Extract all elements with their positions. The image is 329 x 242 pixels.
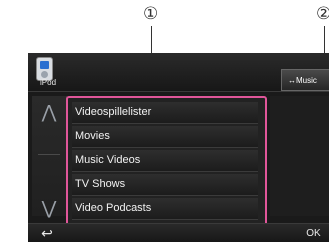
double-chevron-down-icon[interactable]: ⋁ [32, 156, 66, 218]
right-panel [270, 96, 329, 216]
top-bar: iPod ↔Music [28, 53, 329, 92]
list-item-video-podcasts[interactable]: Video Podcasts [72, 198, 258, 220]
double-chevron-up-icon[interactable]: ⋀ [32, 96, 66, 156]
callout-2: ② [316, 4, 329, 24]
device-screen: iPod ↔Music ⋀ ⋁ Videospillelister Movies… [28, 53, 329, 242]
callout-1: ① [143, 4, 159, 24]
source-button[interactable]: iPod [30, 55, 70, 89]
bottom-bar: ↩ OK [28, 223, 329, 242]
list-item-movies[interactable]: Movies [72, 126, 258, 148]
music-tab-label: ↔Music [288, 76, 317, 85]
music-tab[interactable]: ↔Music [281, 69, 329, 91]
scroll-panel: ⋀ ⋁ [32, 96, 67, 218]
list-item-music-videos[interactable]: Music Videos [72, 150, 258, 172]
source-label: iPod [40, 78, 57, 87]
back-icon[interactable]: ↩ [34, 224, 60, 242]
list-item-videospillelister[interactable]: Videospillelister [72, 102, 258, 124]
scroll-divider [38, 154, 60, 155]
ok-button[interactable]: OK [298, 224, 329, 242]
video-category-list: Videospillelister Movies Music Videos TV… [66, 96, 267, 228]
list-item-tv-shows[interactable]: TV Shows [72, 174, 258, 196]
